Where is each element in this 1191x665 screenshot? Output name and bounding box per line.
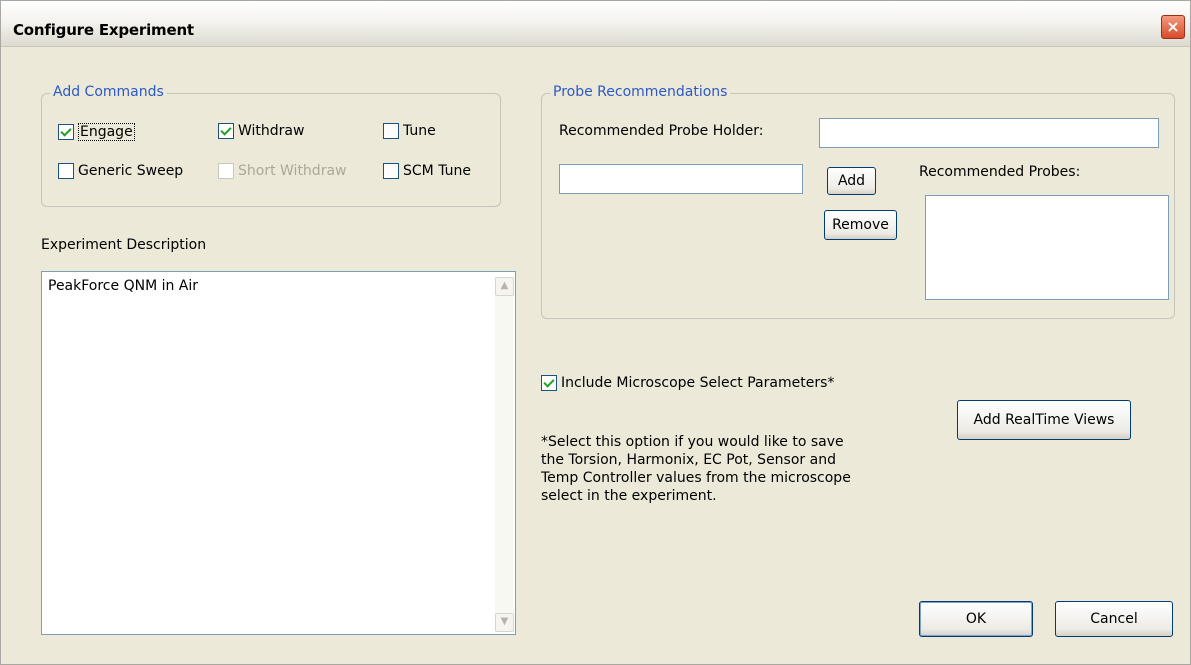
microscope-select-note: *Select this option if you would like to…: [541, 434, 851, 504]
add-realtime-views-button[interactable]: Add RealTime Views: [957, 400, 1131, 440]
withdraw-checkbox[interactable]: Withdraw: [218, 123, 304, 139]
scroll-down-icon[interactable]: ▼: [495, 613, 514, 632]
tune-label: Tune: [403, 123, 436, 139]
short-withdraw-checkbox: Short Withdraw: [218, 163, 346, 179]
window-title: Configure Experiment: [13, 21, 194, 39]
add-probe-button[interactable]: Add: [827, 167, 876, 195]
checkbox-empty-icon: [58, 163, 74, 179]
engage-checkbox[interactable]: Engage: [58, 123, 135, 141]
scroll-up-icon[interactable]: ▲: [495, 277, 514, 296]
remove-probe-button[interactable]: Remove: [824, 210, 897, 240]
add-commands-group: Add Commands: [41, 84, 501, 207]
recommended-probes-listbox[interactable]: [925, 195, 1169, 300]
checkmark-icon: [58, 124, 74, 140]
title-bar: Configure Experiment ×: [1, 1, 1190, 47]
scm-tune-checkbox[interactable]: SCM Tune: [383, 163, 471, 179]
scm-tune-label: SCM Tune: [403, 163, 471, 179]
checkbox-empty-icon: [383, 123, 399, 139]
description-scrollbar-track[interactable]: [495, 296, 514, 613]
ok-button[interactable]: OK: [919, 601, 1033, 637]
experiment-description-label: Experiment Description: [41, 237, 207, 253]
checkmark-icon: [218, 123, 234, 139]
cancel-button[interactable]: Cancel: [1055, 601, 1173, 637]
recommended-probe-holder-label: Recommended Probe Holder:: [559, 123, 764, 139]
engage-label: Engage: [78, 123, 135, 141]
add-commands-legend: Add Commands: [50, 84, 167, 100]
close-icon[interactable]: ×: [1161, 15, 1185, 39]
recommended-probes-label: Recommended Probes:: [919, 164, 1081, 180]
short-withdraw-label: Short Withdraw: [238, 163, 347, 179]
recommended-probe-holder-input[interactable]: [819, 118, 1159, 148]
configure-experiment-dialog: Configure Experiment × Add Commands Enga…: [0, 0, 1191, 665]
checkmark-icon: [541, 375, 557, 391]
probe-name-input[interactable]: [559, 164, 803, 194]
checkbox-empty-icon: [383, 163, 399, 179]
include-microscope-select-label: Include Microscope Select Parameters*: [561, 375, 835, 391]
checkbox-disabled-icon: [218, 163, 234, 179]
withdraw-label: Withdraw: [238, 123, 305, 139]
experiment-description-text: PeakForce QNM in Air: [48, 278, 199, 294]
generic-sweep-checkbox[interactable]: Generic Sweep: [58, 163, 183, 179]
include-microscope-select-checkbox[interactable]: Include Microscope Select Parameters*: [541, 375, 834, 391]
experiment-description-textarea[interactable]: PeakForce QNM in Air: [41, 271, 516, 635]
tune-checkbox[interactable]: Tune: [383, 123, 436, 139]
probe-recommendations-legend: Probe Recommendations: [550, 84, 731, 100]
generic-sweep-label: Generic Sweep: [78, 163, 184, 179]
